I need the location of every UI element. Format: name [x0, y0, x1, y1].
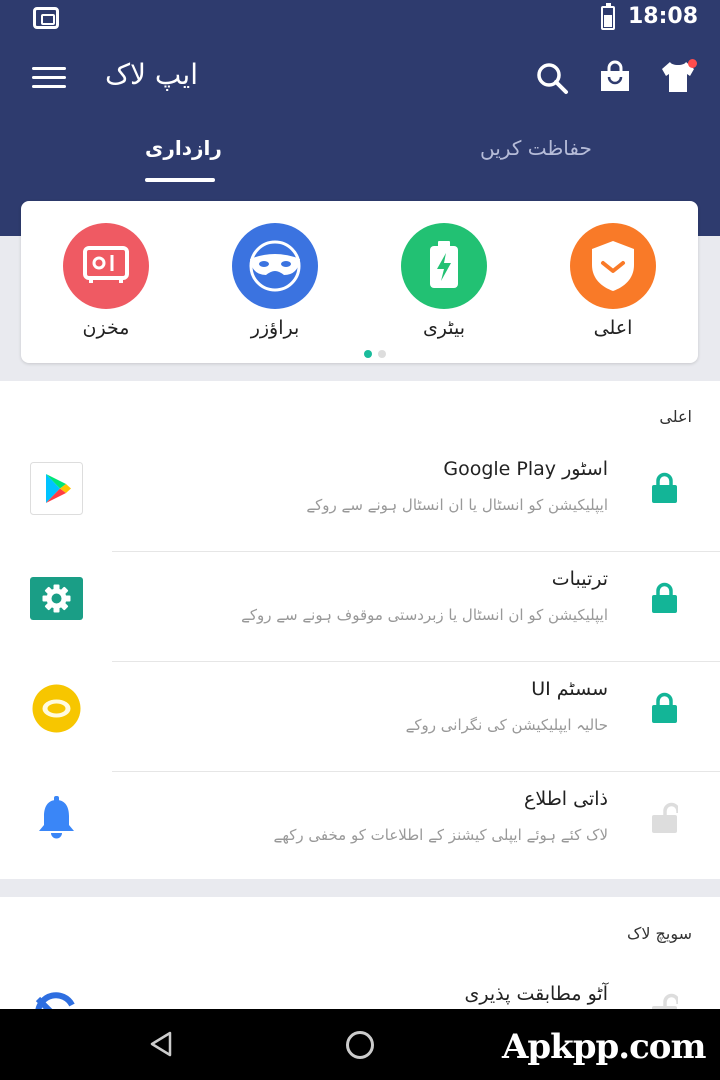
- row-title: ذاتی اطلاع: [524, 788, 608, 810]
- notification-dot: [688, 59, 697, 68]
- shortcut-label: بیٹری: [422, 317, 466, 339]
- page-dot: [378, 350, 386, 358]
- settings-gear-icon: [30, 577, 83, 620]
- watermark: Apkpp.com: [502, 1027, 706, 1067]
- shopping-bag-icon[interactable]: [598, 60, 632, 94]
- row-title: اسٹور Google Play: [443, 458, 608, 480]
- shortcut-label: اعلی: [593, 317, 633, 339]
- home-icon[interactable]: [346, 1031, 374, 1059]
- shortcut-label: مخزن: [82, 317, 130, 339]
- back-icon[interactable]: [148, 1031, 174, 1057]
- section-switch-lock: سویچ لاک آٹو مطابقت پذیری: [0, 897, 720, 1009]
- row-subtitle: حالیہ ایپلیکیشن کی نگرانی روکے: [405, 716, 608, 734]
- row-subtitle: لاک کئے ہوئے ایپلی کیشنز کے اطلاعات کو م…: [273, 826, 608, 844]
- google-play-icon: [30, 462, 83, 515]
- list-item-google-play[interactable]: اسٹور Google Play ایپلیکیشن کو انسٹال یا…: [0, 442, 720, 552]
- row-title: سسٹم UI: [531, 678, 608, 700]
- vault-icon: [63, 223, 149, 309]
- list-item-auto-sync[interactable]: آٹو مطابقت پذیری: [0, 967, 720, 1009]
- app-title: ایپ لاک: [105, 58, 198, 91]
- section-header: اعلی: [659, 407, 692, 426]
- lock-closed-icon[interactable]: [651, 692, 678, 724]
- search-icon[interactable]: [535, 61, 569, 95]
- menu-icon[interactable]: [32, 67, 66, 89]
- shortcut-label: براؤزر: [250, 317, 300, 339]
- mask-browser-icon: [232, 223, 318, 309]
- lock-open-icon[interactable]: [651, 993, 678, 1009]
- screenshot-notification-icon: [33, 7, 59, 29]
- status-bar: 18:08: [0, 0, 720, 38]
- lock-closed-icon[interactable]: [651, 472, 678, 504]
- row-subtitle: ایپلیکیشن کو ان انسٹال یا زبردستی موقوف …: [241, 606, 608, 624]
- page-indicator: [361, 343, 389, 362]
- shortcut-battery[interactable]: بیٹری: [384, 223, 504, 339]
- system-nav-bar: Apkpp.com: [0, 1009, 720, 1080]
- lock-open-icon[interactable]: [651, 802, 678, 834]
- shortcut-card: مخزن براؤزر بیٹری اعلی: [21, 201, 698, 363]
- tab-privacy[interactable]: رازداری: [145, 136, 222, 160]
- page-dot-active: [364, 350, 372, 358]
- bell-icon: [39, 796, 74, 839]
- tab-protect[interactable]: حفاظت کریں: [480, 136, 592, 160]
- lock-closed-icon[interactable]: [651, 582, 678, 614]
- section-advanced: اعلی اسٹور Google Play ایپلیکیشن کو انسٹ…: [0, 381, 720, 879]
- list-item-system-ui[interactable]: سسٹم UI حالیہ ایپلیکیشن کی نگرانی روکے: [0, 662, 720, 772]
- list-item-private-notification[interactable]: ذاتی اطلاع لاک کئے ہوئے ایپلی کیشنز کے ا…: [0, 772, 720, 882]
- shield-icon: [570, 223, 656, 309]
- list-item-settings[interactable]: ترتیبات ایپلیکیشن کو ان انسٹال یا زبردست…: [0, 552, 720, 662]
- tab-bar: رازداری حفاظت کریں: [0, 118, 720, 188]
- app-bar: ایپ لاک: [0, 40, 720, 116]
- row-subtitle: ایپلیکیشن کو انسٹال یا ان انسٹال ہونے سے…: [306, 496, 608, 514]
- shortcut-vault[interactable]: مخزن: [46, 223, 166, 339]
- row-title: آٹو مطابقت پذیری: [464, 983, 608, 1005]
- system-ui-icon: [32, 684, 81, 733]
- sync-icon: [35, 992, 75, 1009]
- tab-indicator: [145, 178, 215, 182]
- section-header: سویچ لاک: [627, 924, 692, 943]
- status-time: 18:08: [628, 4, 699, 29]
- battery-status-icon: [601, 3, 615, 30]
- row-title: ترتیبات: [551, 568, 608, 590]
- shortcut-browser[interactable]: براؤزر: [215, 223, 335, 339]
- shortcut-advanced[interactable]: اعلی: [553, 223, 673, 339]
- battery-icon: [401, 223, 487, 309]
